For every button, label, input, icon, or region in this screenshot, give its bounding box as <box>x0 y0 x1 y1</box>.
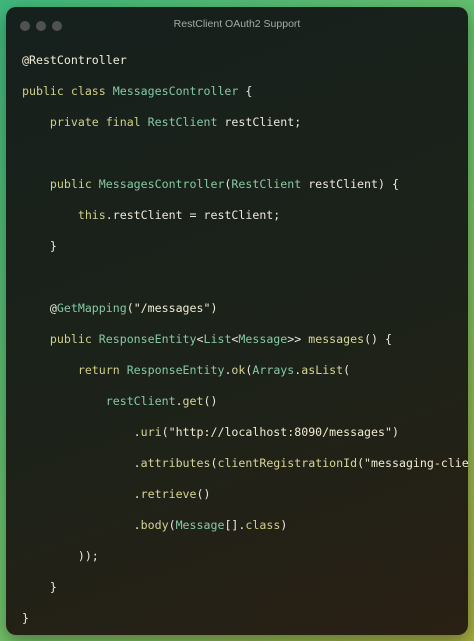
code-token: . <box>22 487 141 501</box>
code-token: GetMapping <box>56 301 127 315</box>
code-window: RestClient OAuth2 Support @RestControlle… <box>6 7 468 635</box>
code-token: clientRegistrationId <box>217 456 358 470</box>
code-token: ( <box>168 518 176 532</box>
title-bar: RestClient OAuth2 Support <box>6 7 468 41</box>
code-token: } <box>22 580 57 594</box>
code-token: this <box>22 208 106 222</box>
code-token: @RestController <box>22 53 127 67</box>
code-line: @RestController <box>22 52 460 83</box>
code-token: ok <box>231 363 246 377</box>
code-token: } <box>22 239 57 253</box>
code-token: public class <box>22 84 113 98</box>
code-token: ( <box>343 363 351 377</box>
code-block: @RestController public class MessagesCont… <box>22 52 468 635</box>
code-token: []. <box>224 518 246 532</box>
code-line: )); <box>22 548 460 579</box>
code-token: .restClient = restClient; <box>105 208 281 222</box>
code-token: Arrays <box>252 363 295 377</box>
code-token: restClient <box>22 394 176 408</box>
code-token: ("http://localhost:8090/messages") <box>161 425 399 439</box>
code-token: get <box>182 394 204 408</box>
code-line: } <box>22 579 460 610</box>
code-token: ("messaging-client")) <box>357 456 468 470</box>
code-token: List <box>203 332 232 346</box>
code-line: .uri("http://localhost:8090/messages") <box>22 424 460 455</box>
window-title: RestClient OAuth2 Support <box>173 18 301 30</box>
code-line: .body(Message[].class) <box>22 517 460 548</box>
code-token: >> <box>287 332 309 346</box>
code-token: { <box>238 84 253 98</box>
code-line: } <box>22 610 460 635</box>
code-line: public ResponseEntity<List<Message>> mes… <box>22 331 460 362</box>
code-token: RestClient <box>231 177 302 191</box>
code-token: () { <box>364 332 392 346</box>
code-line: .retrieve() <box>22 486 460 517</box>
code-line: private final RestClient restClient; <box>22 114 460 145</box>
code-token: MessagesController <box>112 84 239 98</box>
code-token: . <box>175 394 183 408</box>
code-token: . <box>22 518 141 532</box>
code-token: ResponseEntity <box>126 363 225 377</box>
code-token: public <box>22 332 99 346</box>
code-token: )); <box>22 549 99 563</box>
code-token: ) <box>280 518 288 532</box>
code-token: body <box>140 518 169 532</box>
code-token: public <box>22 177 99 191</box>
code-token: () <box>196 487 211 501</box>
code-token: < <box>196 332 204 346</box>
code-token: retrieve <box>140 487 197 501</box>
code-token: class <box>245 518 281 532</box>
code-line: } <box>22 238 460 269</box>
code-token: ResponseEntity <box>98 332 197 346</box>
code-token: private final <box>22 115 148 129</box>
code-token: restClient; <box>217 115 302 129</box>
code-token: @ <box>22 301 57 315</box>
code-token: ("/messages") <box>126 301 218 315</box>
code-line: public class MessagesController { <box>22 83 460 114</box>
code-token: Message <box>175 518 225 532</box>
code-line: .attributes(clientRegistrationId("messag… <box>22 455 468 486</box>
code-token: return <box>22 363 127 377</box>
code-token: () <box>203 394 218 408</box>
code-token: restClient) { <box>301 177 399 191</box>
code-token: RestClient <box>147 115 218 129</box>
code-token: . <box>22 425 141 439</box>
code-token: uri <box>140 425 162 439</box>
code-line: restClient.get() <box>22 393 460 424</box>
code-line: return ResponseEntity.ok(Arrays.asList( <box>22 362 460 393</box>
code-token: messages <box>308 332 365 346</box>
code-token: asList <box>301 363 344 377</box>
code-line: @GetMapping("/messages") <box>22 300 460 331</box>
code-token: MessagesController <box>98 177 225 191</box>
code-line: public MessagesController(RestClient res… <box>22 176 460 207</box>
code-token: . <box>22 456 141 470</box>
code-line: this.restClient = restClient; <box>22 207 460 238</box>
code-token: Message <box>238 332 288 346</box>
code-token: attributes <box>140 456 211 470</box>
code-token: } <box>22 611 29 625</box>
